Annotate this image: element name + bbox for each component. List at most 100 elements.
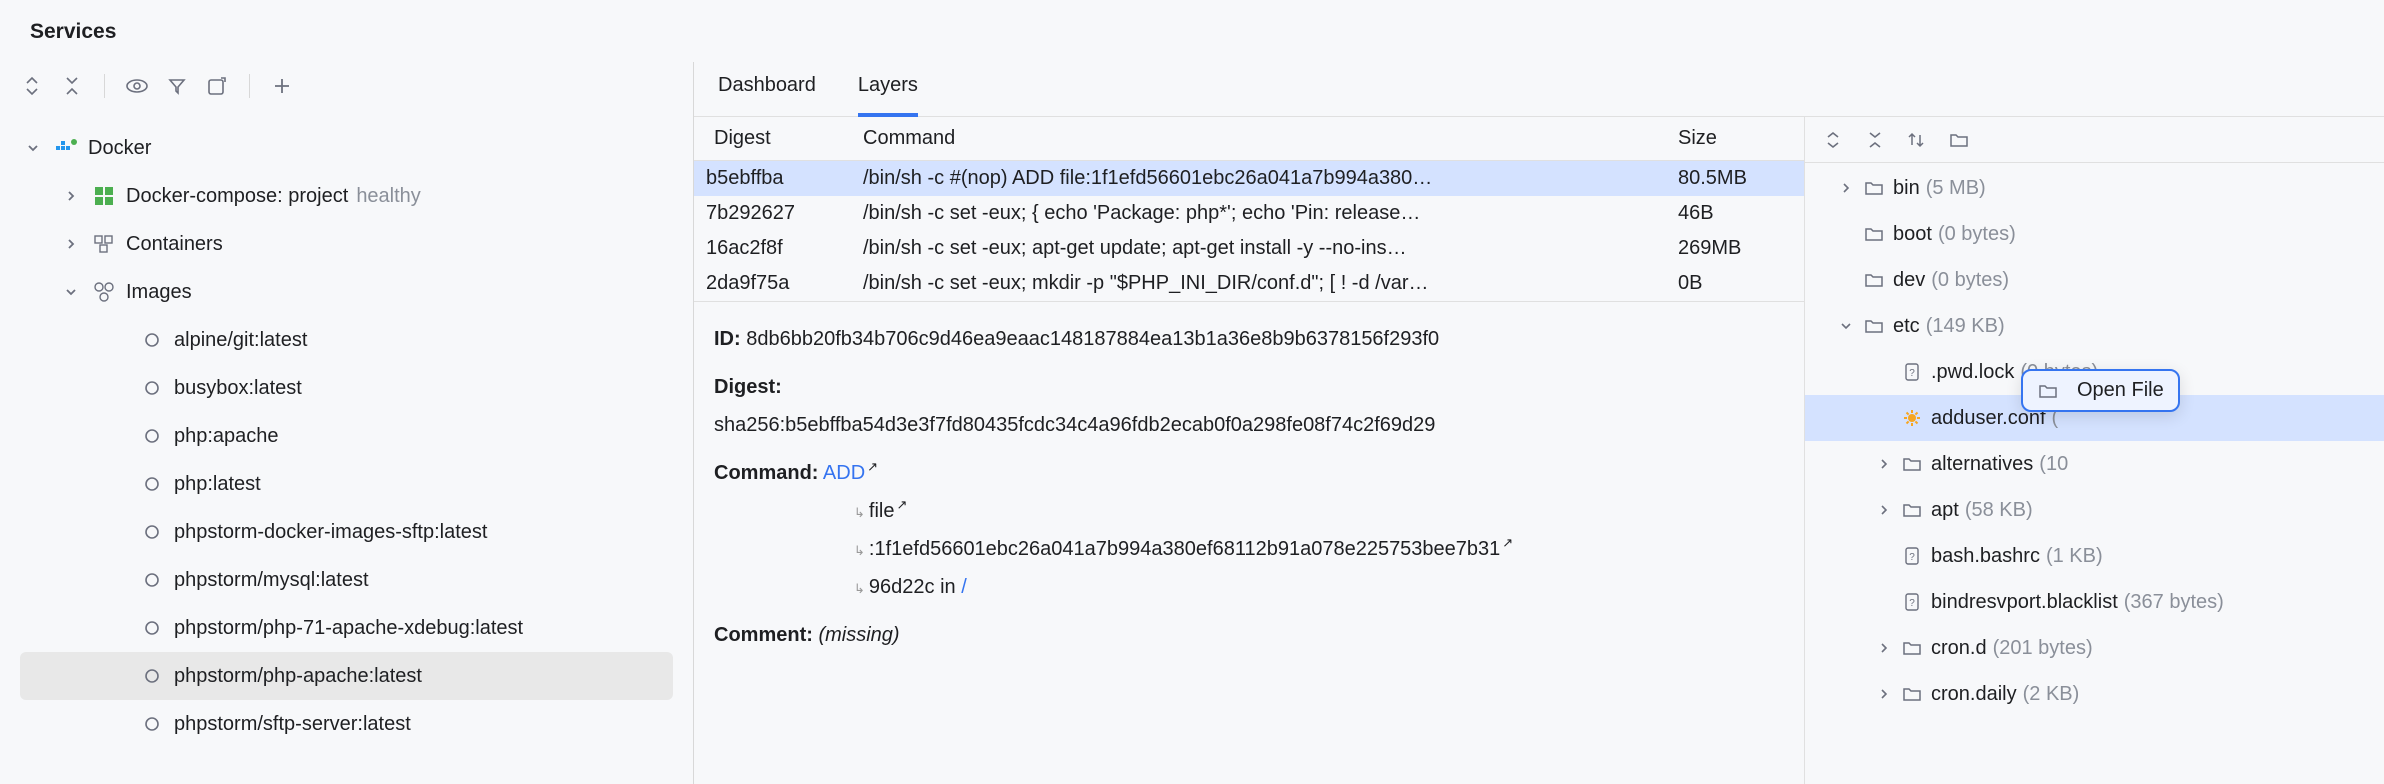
- file-size: (149 KB): [1926, 315, 2005, 338]
- file-row[interactable]: dev (0 bytes): [1805, 257, 2384, 303]
- image-label: busybox:latest: [174, 377, 302, 400]
- th-digest[interactable]: Digest: [694, 127, 849, 150]
- expand-all-icon[interactable]: [1821, 128, 1845, 152]
- add-icon[interactable]: [270, 74, 294, 98]
- tabs: Dashboard Layers: [694, 62, 2384, 117]
- file-row[interactable]: boot(0 bytes): [1805, 211, 2384, 257]
- detail-digest-label: Digest:: [714, 376, 782, 398]
- tree-image-item[interactable]: php:latest: [0, 460, 693, 508]
- folder-icon: [1863, 223, 1885, 245]
- tree-node-containers[interactable]: Containers: [0, 220, 693, 268]
- cell-digest: b5ebffba: [694, 167, 849, 190]
- tree-image-item[interactable]: busybox:latest: [0, 364, 693, 412]
- chevron-icon[interactable]: [1875, 689, 1893, 699]
- image-label: php:apache: [174, 425, 279, 448]
- file-name: cron.daily: [1931, 683, 2017, 706]
- image-label: phpstorm/sftp-server:latest: [174, 713, 411, 736]
- th-size[interactable]: Size: [1664, 127, 1804, 150]
- file-row[interactable]: ?bash.bashrc(1 KB): [1805, 533, 2384, 579]
- cmd-line: 96d22c in: [869, 576, 956, 598]
- file-name: boot: [1893, 223, 1932, 246]
- layers-table-header: Digest Command Size: [694, 117, 1804, 161]
- cell-size: 80.5MB: [1664, 167, 1804, 190]
- context-menu[interactable]: Open File: [2021, 369, 2180, 412]
- services-tree[interactable]: Docker Docker-compose: project healthy: [0, 110, 693, 784]
- tab-dashboard[interactable]: Dashboard: [718, 74, 816, 116]
- files-toolbar: [1805, 117, 2384, 163]
- tree-node-images[interactable]: Images: [0, 268, 693, 316]
- cmd-trailing-link[interactable]: /: [961, 576, 967, 598]
- tree-image-item[interactable]: alpine/git:latest: [0, 316, 693, 364]
- chevron-icon[interactable]: [1837, 321, 1855, 331]
- cell-command: /bin/sh -c set -eux; mkdir -p "$PHP_INI_…: [849, 272, 1664, 295]
- sort-icon[interactable]: [1905, 128, 1929, 152]
- file-size: (10: [2039, 453, 2068, 476]
- file-size: (0 bytes): [1931, 269, 2009, 292]
- cell-size: 269MB: [1664, 237, 1804, 260]
- file-name: cron.d: [1931, 637, 1987, 660]
- tree-image-item[interactable]: phpstorm/mysql:latest: [0, 556, 693, 604]
- new-window-icon[interactable]: [205, 74, 229, 98]
- chevron-right-icon[interactable]: [62, 235, 80, 253]
- file-name: alternatives: [1931, 453, 2033, 476]
- table-row[interactable]: 2da9f75a /bin/sh -c set -eux; mkdir -p "…: [694, 266, 1804, 301]
- tree-image-item-selected[interactable]: phpstorm/php-apache:latest: [20, 652, 673, 700]
- file-row[interactable]: cron.daily(2 KB): [1805, 671, 2384, 717]
- file-icon: ?: [1901, 361, 1923, 383]
- cell-command: /bin/sh -c set -eux; apt-get update; apt…: [849, 237, 1664, 260]
- file-row[interactable]: etc (149 KB): [1805, 303, 2384, 349]
- file-row[interactable]: bin(5 MB): [1805, 165, 2384, 211]
- tree-image-item[interactable]: phpstorm/php-71-apache-xdebug:latest: [0, 604, 693, 652]
- file-name: bin: [1893, 177, 1920, 200]
- file-size: (367 bytes): [2124, 591, 2224, 614]
- file-size: (201 bytes): [1993, 637, 2093, 660]
- expand-all-icon[interactable]: [20, 74, 44, 98]
- chevron-icon[interactable]: [1875, 643, 1893, 653]
- eye-icon[interactable]: [125, 74, 149, 98]
- chevron-down-icon[interactable]: [24, 139, 42, 157]
- tree-image-item[interactable]: phpstorm-docker-images-sftp:latest: [0, 508, 693, 556]
- folder-icon[interactable]: [1947, 128, 1971, 152]
- folder-icon: [1901, 453, 1923, 475]
- file-tree[interactable]: bin(5 MB)boot(0 bytes) dev (0 bytes) etc (14…: [1805, 163, 2384, 784]
- cell-digest: 16ac2f8f: [694, 237, 849, 260]
- file-name: dev: [1893, 269, 1925, 292]
- chevron-icon[interactable]: [1875, 459, 1893, 469]
- file-row[interactable]: ?bindresvport.blacklist(367 bytes): [1805, 579, 2384, 625]
- th-command[interactable]: Command: [849, 127, 1664, 150]
- detail-command-link[interactable]: ADD: [823, 462, 865, 484]
- collapse-all-icon[interactable]: [1863, 128, 1887, 152]
- context-menu-label[interactable]: Open File: [2077, 379, 2164, 402]
- tree-node-compose[interactable]: Docker-compose: project healthy: [0, 172, 693, 220]
- tree-image-item[interactable]: phpstorm/sftp-server:latest: [0, 700, 693, 748]
- tree-node-docker[interactable]: Docker: [0, 124, 693, 172]
- table-row[interactable]: 16ac2f8f /bin/sh -c set -eux; apt-get up…: [694, 231, 1804, 266]
- cell-digest: 2da9f75a: [694, 272, 849, 295]
- table-row[interactable]: b5ebffba /bin/sh -c #(nop) ADD file:1f1e…: [694, 161, 1804, 196]
- collapse-all-icon[interactable]: [60, 74, 84, 98]
- table-row[interactable]: 7b292627 /bin/sh -c set -eux; { echo 'Pa…: [694, 196, 1804, 231]
- filter-icon[interactable]: [165, 74, 189, 98]
- svg-text:?: ?: [1909, 552, 1915, 563]
- file-row[interactable]: alternatives (10: [1805, 441, 2384, 487]
- file-row[interactable]: apt(58 KB): [1805, 487, 2384, 533]
- file-name: etc: [1893, 315, 1920, 338]
- chevron-icon[interactable]: [1837, 183, 1855, 193]
- file-row[interactable]: cron.d (201 bytes): [1805, 625, 2384, 671]
- chevron-down-icon[interactable]: [62, 283, 80, 301]
- svg-text:?: ?: [1909, 598, 1915, 609]
- circle-icon: [140, 376, 164, 400]
- detail-comment-value: (missing): [818, 624, 899, 646]
- detail-command-label: Command:: [714, 462, 818, 484]
- tab-layers[interactable]: Layers: [858, 74, 918, 117]
- tree-image-item[interactable]: php:apache: [0, 412, 693, 460]
- circle-icon: [140, 424, 164, 448]
- images-icon: [92, 280, 116, 304]
- compose-icon: [92, 184, 116, 208]
- tree-toolbar: [0, 62, 693, 110]
- main-container: Docker Docker-compose: project healthy: [0, 62, 2384, 784]
- chevron-right-icon[interactable]: [62, 187, 80, 205]
- chevron-icon[interactable]: [1875, 505, 1893, 515]
- cell-size: 0B: [1664, 272, 1804, 295]
- folder-icon: [1901, 499, 1923, 521]
